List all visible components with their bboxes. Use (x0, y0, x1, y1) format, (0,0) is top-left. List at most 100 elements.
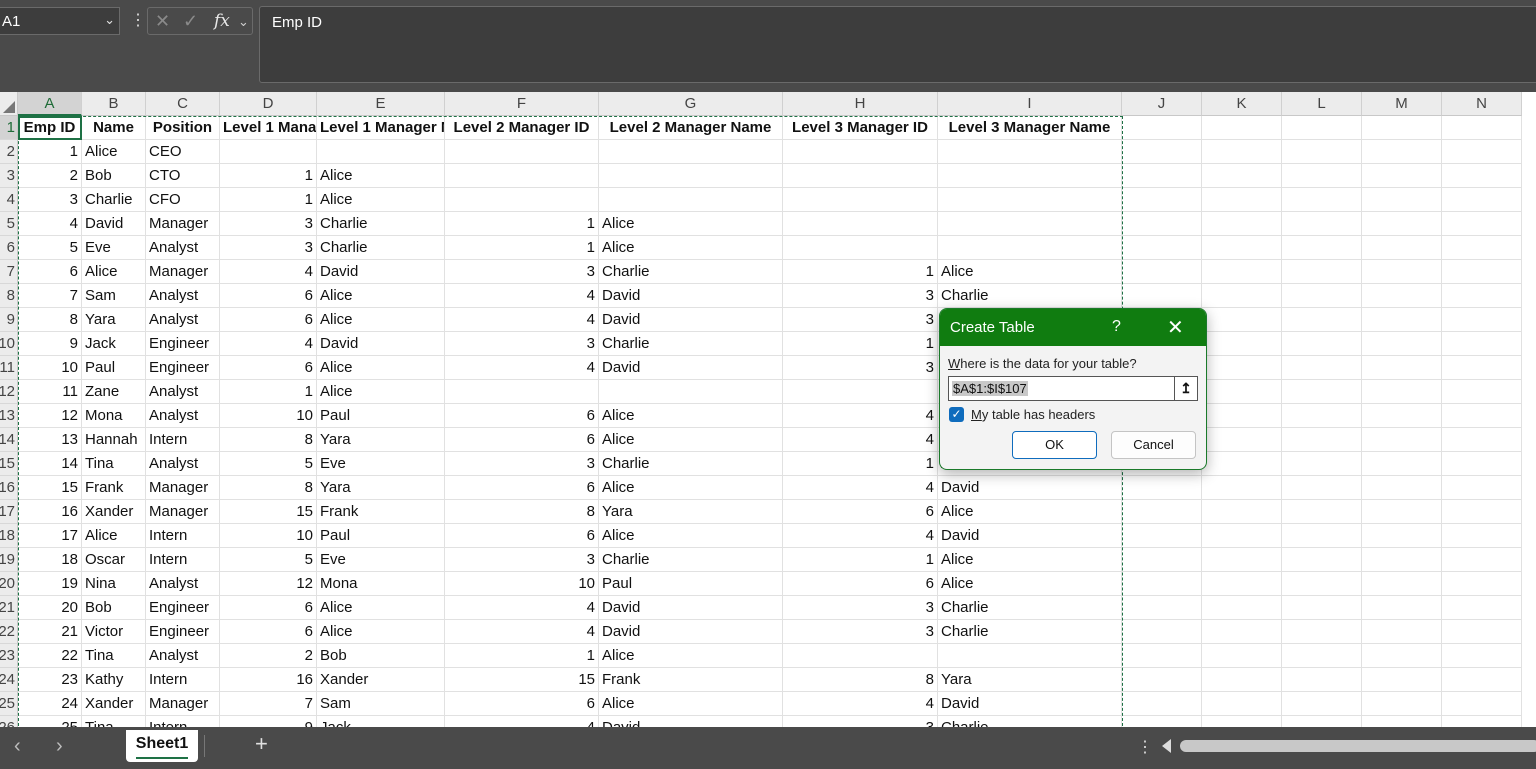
row-header[interactable]: 14 (0, 428, 18, 452)
cell[interactable] (1282, 524, 1362, 548)
cell[interactable] (1202, 212, 1282, 236)
cell[interactable] (1202, 236, 1282, 260)
cell[interactable] (938, 212, 1122, 236)
insert-function-icon[interactable]: fx (214, 11, 230, 31)
cell[interactable]: 1 (445, 644, 599, 668)
cell[interactable] (1362, 284, 1442, 308)
cell[interactable] (1442, 644, 1522, 668)
cell[interactable] (1442, 284, 1522, 308)
cell[interactable] (1442, 380, 1522, 404)
cell[interactable] (445, 188, 599, 212)
cell[interactable]: Manager (146, 692, 220, 716)
cell[interactable]: 6 (783, 500, 938, 524)
row-header[interactable]: 17 (0, 500, 18, 524)
cell[interactable] (1442, 332, 1522, 356)
cell[interactable]: 4 (18, 212, 82, 236)
cell[interactable]: 3 (220, 236, 317, 260)
cell[interactable]: Level 1 Manager Name (317, 116, 445, 140)
cell[interactable]: CFO (146, 188, 220, 212)
cell[interactable] (1442, 524, 1522, 548)
cell[interactable]: Alice (82, 260, 146, 284)
column-header[interactable]: A (18, 92, 82, 116)
cell[interactable]: 10 (220, 404, 317, 428)
cell[interactable]: 4 (783, 476, 938, 500)
column-header[interactable]: I (938, 92, 1122, 116)
cell[interactable] (1202, 140, 1282, 164)
cell[interactable] (1282, 692, 1362, 716)
cell[interactable]: CEO (146, 140, 220, 164)
cell[interactable] (1282, 716, 1362, 727)
cell[interactable]: Alice (599, 212, 783, 236)
x-icon[interactable]: ✕ (155, 11, 170, 32)
cell[interactable]: Alice (599, 404, 783, 428)
cell[interactable]: Nina (82, 572, 146, 596)
cell[interactable] (1442, 716, 1522, 727)
cell[interactable]: Paul (599, 572, 783, 596)
cell[interactable]: Alice (317, 596, 445, 620)
cell[interactable]: Alice (82, 140, 146, 164)
cell[interactable]: 15 (220, 500, 317, 524)
cell[interactable]: 6 (445, 404, 599, 428)
cell[interactable]: 6 (445, 524, 599, 548)
cell[interactable]: Alice (82, 524, 146, 548)
cell[interactable]: Xander (82, 692, 146, 716)
cell[interactable] (1122, 164, 1202, 188)
cell[interactable] (1362, 428, 1442, 452)
cell[interactable] (1122, 188, 1202, 212)
cell[interactable]: Bob (317, 644, 445, 668)
cell[interactable] (938, 140, 1122, 164)
row-header[interactable]: 2 (0, 140, 18, 164)
cell[interactable]: 5 (18, 236, 82, 260)
spreadsheet-grid[interactable]: Emp IDNamePositionLevel 1 Manager IDLeve… (18, 116, 1536, 727)
cell[interactable] (1442, 500, 1522, 524)
cell[interactable]: Analyst (146, 644, 220, 668)
cell[interactable] (1202, 524, 1282, 548)
cell[interactable] (783, 212, 938, 236)
cell[interactable] (1202, 308, 1282, 332)
cell[interactable]: 4 (220, 260, 317, 284)
cell[interactable] (1282, 548, 1362, 572)
cell[interactable] (1282, 212, 1362, 236)
cell[interactable] (599, 164, 783, 188)
cell[interactable]: Yara (317, 476, 445, 500)
cell[interactable]: Alice (317, 308, 445, 332)
cell[interactable] (783, 380, 938, 404)
add-sheet-icon[interactable]: + (255, 731, 268, 757)
cell[interactable]: 4 (445, 356, 599, 380)
cell[interactable] (445, 140, 599, 164)
cell[interactable] (1442, 260, 1522, 284)
cell[interactable]: 3 (783, 284, 938, 308)
cell[interactable]: Charlie (599, 452, 783, 476)
row-header[interactable]: 21 (0, 596, 18, 620)
cell[interactable]: 3 (445, 548, 599, 572)
name-box[interactable]: A1 ⌄ (0, 7, 120, 35)
cell[interactable]: 1 (220, 164, 317, 188)
cell[interactable]: David (599, 596, 783, 620)
cell[interactable]: 4 (783, 524, 938, 548)
cell[interactable]: 9 (18, 332, 82, 356)
column-header[interactable]: H (783, 92, 938, 116)
column-header[interactable]: F (445, 92, 599, 116)
cell[interactable]: 1 (783, 332, 938, 356)
cell[interactable]: 6 (220, 596, 317, 620)
cell[interactable] (1202, 548, 1282, 572)
row-header[interactable]: 5 (0, 212, 18, 236)
cell[interactable]: Xander (82, 500, 146, 524)
cell[interactable]: 15 (445, 668, 599, 692)
cell[interactable] (1202, 404, 1282, 428)
cell[interactable] (1442, 188, 1522, 212)
cell[interactable] (1282, 116, 1362, 140)
cell[interactable] (1442, 596, 1522, 620)
cell[interactable]: Intern (146, 548, 220, 572)
cell[interactable] (1122, 236, 1202, 260)
column-header[interactable]: K (1202, 92, 1282, 116)
cell[interactable] (1282, 332, 1362, 356)
more-options-icon[interactable]: ⋮ (130, 10, 146, 30)
cell[interactable] (1202, 476, 1282, 500)
cell[interactable]: Intern (146, 428, 220, 452)
cell[interactable] (445, 164, 599, 188)
cell[interactable] (599, 140, 783, 164)
headers-checkbox-label[interactable]: My table has headers (971, 407, 1095, 422)
cell[interactable]: 3 (445, 452, 599, 476)
row-header[interactable]: 6 (0, 236, 18, 260)
